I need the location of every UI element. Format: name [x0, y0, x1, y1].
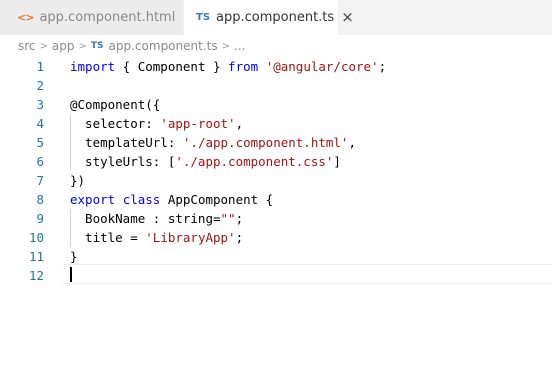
code-token: ;: [235, 230, 244, 245]
code-token: ;: [378, 59, 387, 74]
code-line[interactable]: 10 title = 'LibraryApp';: [0, 228, 552, 247]
tab-label: app.component.ts: [216, 10, 335, 25]
line-number: 10: [28, 230, 44, 245]
code-text: templateUrl: './app.component.html',: [70, 135, 356, 150]
code-line[interactable]: 11}: [0, 247, 552, 266]
code-token: BookName : string=: [70, 211, 221, 226]
code-line[interactable]: 2: [0, 76, 552, 95]
code-line[interactable]: 12: [0, 266, 552, 285]
code-token: './app.component.css': [175, 154, 334, 169]
tab-app-component-html[interactable]: <> app.component.html: [0, 0, 184, 35]
code-editor[interactable]: 1 import { Component } from '@angular/cor…: [0, 57, 552, 384]
line-number: 1: [36, 59, 44, 74]
line-number: 12: [28, 268, 44, 283]
code-text: @Component({: [70, 97, 160, 112]
code-line[interactable]: 1 import { Component } from '@angular/cor…: [0, 57, 552, 76]
code-line[interactable]: 5 templateUrl: './app.component.html',: [0, 133, 552, 152]
tab-label: app.component.html: [39, 10, 176, 25]
code-token: '@angular/core': [265, 59, 379, 74]
code-token: ,: [348, 135, 356, 150]
code-line[interactable]: 8 export class AppComponent {: [0, 190, 552, 209]
breadcrumb: src > app > TS app.component.ts > ...: [0, 35, 552, 57]
code-line[interactable]: 4 selector: 'app-root',: [0, 114, 552, 133]
code-token: }: [70, 249, 78, 264]
tab-app-component-ts[interactable]: TS app.component.ts ×: [184, 0, 354, 35]
code-token: "": [220, 211, 236, 226]
code-token: import: [70, 59, 116, 74]
line-number: 5: [36, 135, 44, 150]
close-icon[interactable]: ×: [341, 10, 354, 25]
code-token: ]: [333, 154, 341, 169]
line-number: 6: [36, 154, 44, 169]
line-number: 3: [36, 97, 44, 112]
html-file-icon: <>: [17, 11, 34, 24]
typescript-file-icon: TS: [90, 41, 104, 51]
chevron-right-icon: >: [78, 40, 87, 52]
code-token: title =: [70, 230, 146, 245]
line-number: 8: [36, 192, 44, 207]
code-text: }): [70, 173, 85, 188]
code-line[interactable]: 3 @Component({: [0, 95, 552, 114]
code-token: { Component }: [115, 59, 229, 74]
code-text: }: [70, 249, 78, 264]
typescript-file-icon: TS: [196, 12, 211, 23]
line-number: 4: [36, 116, 44, 131]
code-text: selector: 'app-root',: [70, 116, 243, 131]
code-token: ;: [235, 211, 244, 226]
code-line[interactable]: 6 styleUrls: ['./app.component.css']: [0, 152, 552, 171]
code-token: from: [228, 59, 259, 74]
code-token: './app.component.html': [182, 135, 349, 150]
breadcrumb-item-file[interactable]: app.component.ts: [109, 39, 218, 53]
code-token: templateUrl:: [70, 135, 183, 150]
code-line[interactable]: 7}): [0, 171, 552, 190]
editor-tab-bar: <> app.component.html TS app.component.t…: [0, 0, 552, 35]
code-line[interactable]: 9 BookName : string="";: [0, 209, 552, 228]
code-text: title = 'LibraryApp';: [70, 230, 243, 245]
code-text: BookName : string="";: [70, 211, 243, 226]
breadcrumb-item-symbols[interactable]: ...: [234, 39, 245, 53]
code-token: selector:: [70, 116, 161, 131]
code-token: export: [70, 192, 116, 207]
breadcrumb-item-app[interactable]: app: [52, 39, 75, 53]
code-token: 'app-root': [160, 116, 236, 131]
breadcrumb-item-src[interactable]: src: [18, 39, 36, 53]
code-token: class: [122, 192, 161, 207]
code-token: }): [70, 173, 86, 188]
chevron-right-icon: >: [39, 40, 48, 52]
code-token: @Component({: [70, 97, 161, 112]
code-token: 'LibraryApp': [145, 230, 236, 245]
code-token: ,: [235, 116, 244, 131]
code-token: styleUrls: [: [70, 154, 176, 169]
line-number: 2: [36, 78, 44, 93]
chevron-right-icon: >: [221, 40, 230, 52]
line-number: 7: [36, 173, 44, 188]
code-text: styleUrls: ['./app.component.css']: [70, 154, 341, 169]
code-text: import { Component } from '@angular/core…: [70, 59, 386, 74]
line-number: 9: [36, 211, 44, 226]
line-number: 11: [28, 249, 44, 264]
code-token: AppComponent {: [160, 192, 274, 207]
code-text: export class AppComponent {: [70, 192, 273, 207]
